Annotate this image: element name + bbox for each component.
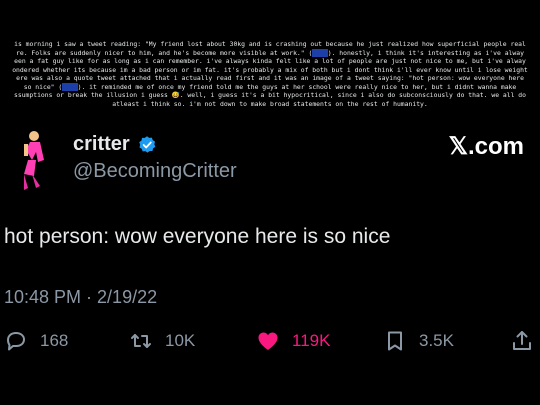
reply-button[interactable]: 168: [4, 327, 68, 355]
tweet-text: hot person: wow everyone here is so nice: [4, 225, 391, 248]
caption-text: is morning i saw a tweet reading: "My fr…: [0, 40, 540, 108]
caption-line-text: ondered whether its because im a bad per…: [12, 65, 528, 74]
caption-line-text: een a fat guy like for as long as i can …: [14, 57, 526, 65]
avatar[interactable]: [10, 130, 50, 192]
caption-line: ssumptions or break the illusion i guess…: [0, 91, 540, 100]
caption-line-text: is morning i saw a tweet reading: "My fr…: [14, 40, 526, 48]
bookmark-button[interactable]: 3.5K: [383, 327, 454, 355]
caption-line: ere was also a quote tweet attached that…: [0, 74, 540, 83]
caption-line-text: re. Folks are suddenly nicer to him, and…: [16, 48, 313, 57]
bookmark-icon: [388, 331, 402, 351]
tweet-timestamp[interactable]: 10:48 PM · 2/19/22: [4, 287, 157, 308]
caption-line: een a fat guy like for as long as i can …: [0, 57, 540, 66]
share-icon: [513, 331, 531, 350]
caption-line-text: ). honestly, i think it's interesting as…: [327, 48, 524, 57]
caption-line-text: ssumptions or break the illusion i guess…: [14, 91, 526, 99]
caption-line: atleast i think so. i'm not down to make…: [0, 100, 540, 109]
like-button[interactable]: 119K: [256, 327, 330, 355]
user-handle[interactable]: @BecomingCritter: [73, 160, 237, 183]
reply-count: 168: [40, 331, 69, 350]
heart-icon: [258, 332, 278, 350]
caption-line-text: ere was also a quote tweet attached that…: [16, 74, 524, 82]
caption-link[interactable]: link: [62, 82, 78, 91]
share-button[interactable]: [510, 327, 534, 355]
retweet-icon: [131, 334, 151, 348]
like-count: 119K: [292, 331, 331, 350]
caption-line: so nice" (link). it reminded me of once …: [0, 82, 540, 92]
caption-line: is morning i saw a tweet reading: "My fr…: [0, 40, 540, 49]
x-logo: 𝕏.com: [448, 133, 524, 160]
bookmark-count: 3.5K: [419, 331, 454, 350]
caption-line: ondered whether its because im a bad per…: [0, 66, 540, 75]
caption-line-text: ). it reminded me of once my friend told…: [77, 82, 517, 91]
retweet-count: 10K: [165, 331, 196, 350]
caption-line: re. Folks are suddenly nicer to him, and…: [0, 48, 540, 58]
caption-link[interactable]: link: [312, 48, 328, 57]
caption-line-text: so nice" (: [23, 82, 63, 91]
caption-line-text: atleast i think so. i'm not down to make…: [112, 99, 428, 108]
reply-icon: [7, 332, 25, 351]
tweet-card: critter @BecomingCritter 𝕏.com hot perso…: [0, 120, 540, 405]
verified-badge-icon: [139, 136, 156, 153]
retweet-button[interactable]: 10K: [129, 327, 195, 355]
display-name[interactable]: critter: [73, 133, 130, 156]
